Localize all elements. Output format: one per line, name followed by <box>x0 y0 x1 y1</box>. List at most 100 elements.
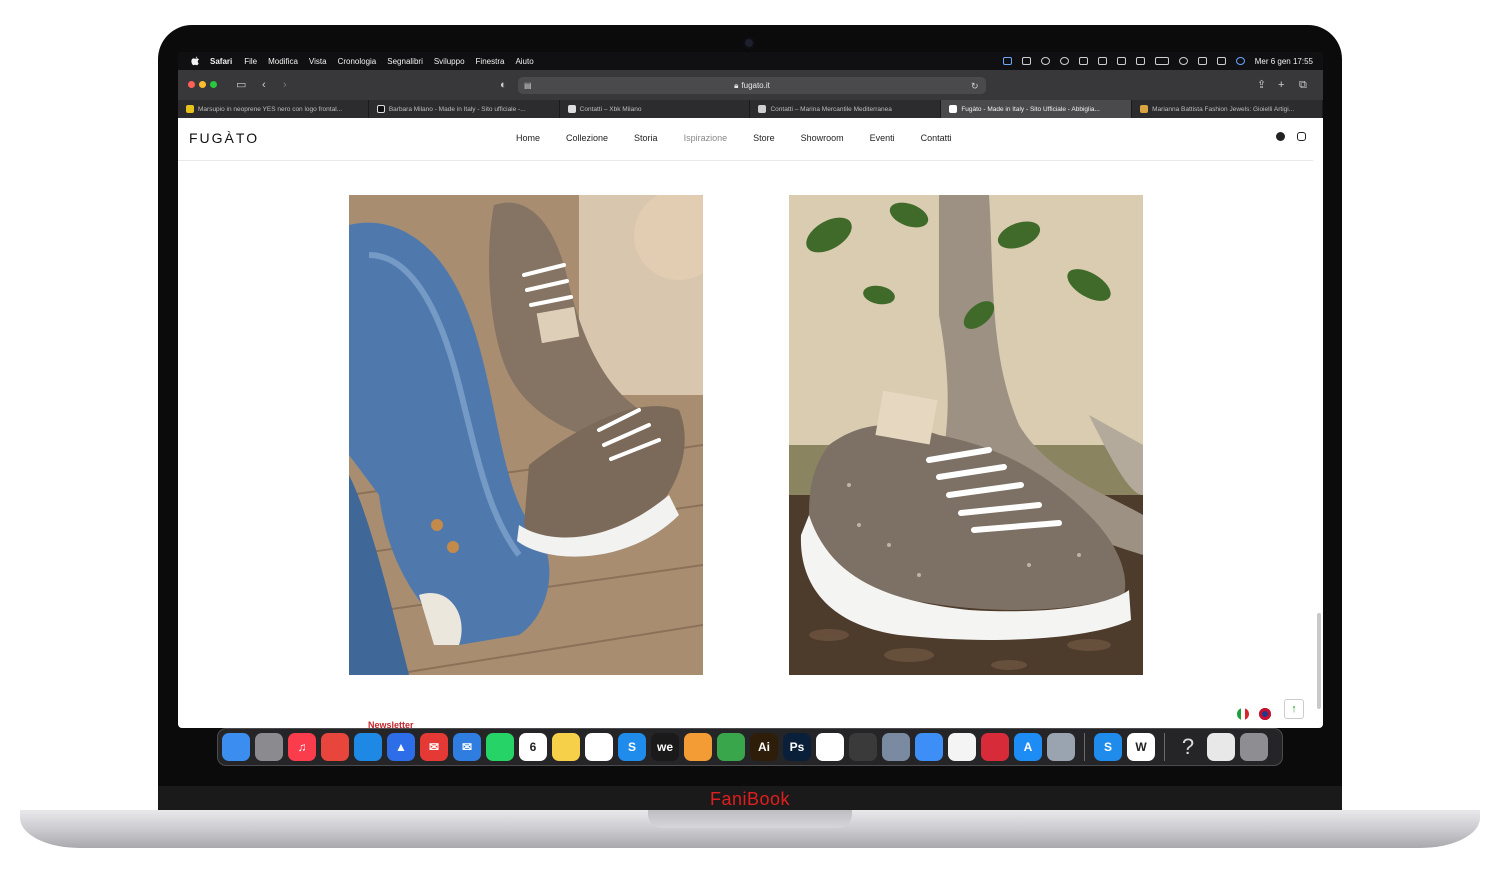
tab-label: Contatti – Xbk Milano <box>579 105 642 113</box>
dock-trash-icon[interactable] <box>1240 733 1268 761</box>
social-links <box>1276 132 1306 141</box>
tab-marsupio[interactable]: Marsupio in neoprene YES nero con logo f… <box>178 100 369 118</box>
italian-flag-icon[interactable] <box>1237 708 1249 720</box>
dock-skype-icon[interactable]: S <box>618 733 646 761</box>
shield-icon[interactable]: ◐ <box>500 78 507 92</box>
dock-creative-cloud-icon[interactable] <box>981 733 1009 761</box>
tab-label: Marianna Battista Fashion Jewels: Gioiel… <box>1152 105 1295 113</box>
dock-launchpad-icon[interactable] <box>882 733 910 761</box>
dock-acrobat-icon[interactable] <box>816 733 844 761</box>
dock-chrome-icon[interactable] <box>321 733 349 761</box>
dock-help-icon[interactable]: ? <box>1174 733 1202 761</box>
dock-final-cut-icon[interactable] <box>849 733 877 761</box>
laptop-bezel: FaniBook <box>158 786 1342 812</box>
dock-screenshot-icon[interactable] <box>1207 733 1235 761</box>
dock-photoshop-icon[interactable]: Ps <box>783 733 811 761</box>
tab-overview-icon[interactable]: ⧉ <box>1299 78 1307 92</box>
page-menu-icon[interactable]: ▤ <box>524 79 532 93</box>
dock-app-store-icon[interactable]: A <box>1014 733 1042 761</box>
dock-keynote-icon[interactable] <box>915 733 943 761</box>
dock-system-preferences-icon[interactable] <box>255 733 283 761</box>
dock-music-icon[interactable]: ♫ <box>288 733 316 761</box>
dock-safari-icon[interactable] <box>354 733 382 761</box>
instagram-icon[interactable] <box>1297 132 1306 141</box>
bluetooth-icon[interactable] <box>1135 57 1145 65</box>
dock-finder-icon[interactable] <box>222 733 250 761</box>
menu-file[interactable]: File <box>244 57 257 66</box>
reload-icon[interactable]: ↻ <box>971 79 979 93</box>
dock-notes-icon[interactable] <box>552 733 580 761</box>
main-nav: Home Collezione Storia Ispirazione Store… <box>516 133 978 143</box>
address-bar[interactable]: 🔒︎ fugato.it <box>518 77 986 94</box>
tab-barbara-milano[interactable]: Barbara Milano - Made in Italy - Sito uf… <box>369 100 560 118</box>
menu-segnalibri[interactable]: Segnalibri <box>387 57 423 66</box>
menu-finestra[interactable]: Finestra <box>476 57 505 66</box>
dock-numbers-icon[interactable] <box>717 733 745 761</box>
nav-store[interactable]: Store <box>753 133 775 143</box>
creative-cloud-icon[interactable] <box>1040 57 1050 65</box>
menu-vista[interactable]: Vista <box>309 57 327 66</box>
english-flag-icon[interactable] <box>1259 708 1271 720</box>
dock-navigation-icon[interactable]: ▲ <box>387 733 415 761</box>
dock-wetransfer-icon[interactable]: we <box>651 733 679 761</box>
wifi-icon[interactable] <box>1178 57 1188 65</box>
site-logo[interactable]: FUGÀTO <box>189 130 259 146</box>
hand-icon[interactable] <box>1078 57 1088 65</box>
nav-contatti[interactable]: Contatti <box>921 133 952 143</box>
control-center-icon[interactable] <box>1216 57 1226 65</box>
dock-illustrator-icon[interactable]: Ai <box>750 733 778 761</box>
back-icon[interactable]: ‹ <box>262 78 266 92</box>
dock-reminders-icon[interactable] <box>585 733 613 761</box>
forward-icon[interactable]: › <box>283 78 287 92</box>
butterfly-icon[interactable] <box>1002 57 1012 65</box>
dock-whatsapp-icon[interactable] <box>486 733 514 761</box>
scroll-to-top-button[interactable]: ↑ <box>1284 699 1304 719</box>
siri-icon[interactable] <box>1235 57 1245 65</box>
nav-collezione[interactable]: Collezione <box>566 133 608 143</box>
menu-aiuto[interactable]: Aiuto <box>515 57 533 66</box>
tab-xbk-milano[interactable]: Contatti – Xbk Milano <box>560 100 751 118</box>
dock-calendar-icon[interactable]: 6 <box>519 733 547 761</box>
dock-skype-2-icon[interactable]: S <box>1094 733 1122 761</box>
tab-marina-mercantile[interactable]: Contatti – Marina Mercantile Mediterrane… <box>750 100 942 118</box>
sidebar-icon[interactable]: ▭ <box>236 78 246 92</box>
share-icon[interactable]: ⇪ <box>1257 78 1266 92</box>
menu-app-name[interactable]: Safari <box>210 57 232 66</box>
nav-showroom[interactable]: Showroom <box>801 133 844 143</box>
dock-word-icon[interactable]: W <box>1127 733 1155 761</box>
laptop-notch <box>648 810 852 828</box>
facebook-icon[interactable] <box>1276 132 1285 141</box>
minimize-window-button[interactable] <box>199 81 206 88</box>
dock-preview-icon[interactable] <box>1047 733 1075 761</box>
tab-marianna-battista[interactable]: Marianna Battista Fashion Jewels: Gioiel… <box>1132 100 1323 118</box>
inspiration-photo-sneaker-plant[interactable] <box>789 195 1143 675</box>
battery-icon[interactable] <box>1154 57 1169 65</box>
zoom-window-button[interactable] <box>210 81 217 88</box>
menubar-clock[interactable]: Mer 6 gen 17:55 <box>1255 57 1313 66</box>
dock-photos-icon[interactable] <box>948 733 976 761</box>
nav-eventi[interactable]: Eventi <box>870 133 895 143</box>
mute-icon[interactable] <box>1116 57 1126 65</box>
newsletter-heading[interactable]: Newsletter <box>368 720 414 728</box>
display-icon[interactable] <box>1021 57 1031 65</box>
search-icon[interactable] <box>1197 57 1207 65</box>
menu-modifica[interactable]: Modifica <box>268 57 298 66</box>
new-tab-icon[interactable]: + <box>1278 78 1284 92</box>
page-scrollbar[interactable] <box>1317 613 1321 709</box>
menu-cronologia[interactable]: Cronologia <box>338 57 377 66</box>
tab-fugato[interactable]: Fugàto - Made in Italy - Sito Ufficiale … <box>941 100 1133 118</box>
dock-mail-icon[interactable]: ✉ <box>453 733 481 761</box>
apple-icon[interactable] <box>190 56 200 66</box>
cloud-upload-icon[interactable] <box>1059 57 1069 65</box>
close-window-button[interactable] <box>188 81 195 88</box>
menu-sviluppo[interactable]: Sviluppo <box>434 57 465 66</box>
language-switcher <box>1237 708 1271 720</box>
nav-home[interactable]: Home <box>516 133 540 143</box>
inspiration-photo-jeans-sneakers[interactable] <box>349 195 703 675</box>
grid-icon[interactable] <box>1097 57 1107 65</box>
screen: Safari File Modifica Vista Cronologia Se… <box>178 52 1323 728</box>
nav-ispirazione[interactable]: Ispirazione <box>684 133 728 143</box>
dock-mail-red-icon[interactable]: ✉ <box>420 733 448 761</box>
dock-pages-icon[interactable] <box>684 733 712 761</box>
nav-storia[interactable]: Storia <box>634 133 658 143</box>
